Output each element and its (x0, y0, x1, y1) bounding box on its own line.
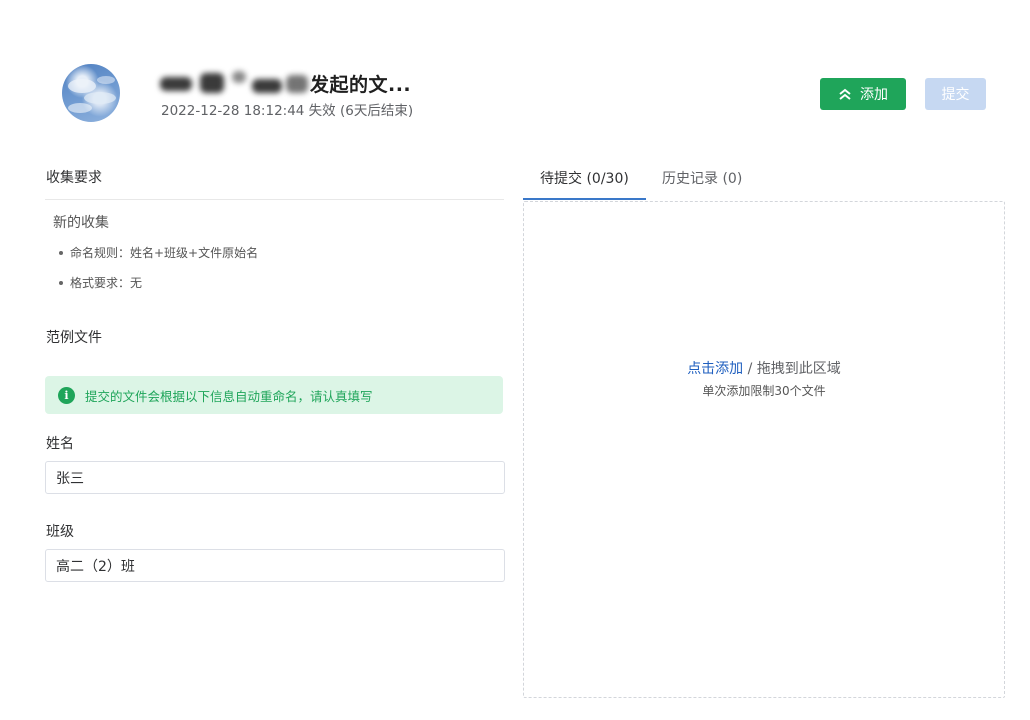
requirements-head: 新的收集 (53, 215, 109, 231)
blurred-username (152, 69, 310, 97)
rule-text: 命名规则：姓名+班级+文件原始名 (70, 246, 259, 260)
name-field[interactable] (45, 461, 505, 494)
rename-notice-text: 提交的文件会根据以下信息自动重命名，请认真填写 (85, 388, 373, 404)
add-button-label: 添加 (860, 87, 888, 103)
double-chevron-up-icon (839, 88, 851, 100)
info-icon: i (58, 386, 75, 404)
example-files-title: 范例文件 (46, 330, 102, 346)
rule-item: 格式要求：无 (59, 274, 142, 291)
submit-button[interactable]: 提交 (925, 78, 986, 110)
rename-notice: i 提交的文件会根据以下信息自动重命名，请认真填写 (45, 376, 503, 414)
sky-avatar-image (68, 76, 116, 113)
title-text: 发起的文... (310, 73, 412, 96)
add-button[interactable]: 添加 (820, 78, 906, 110)
bullet-icon (59, 280, 63, 285)
dropzone-separator: / (743, 361, 757, 377)
tab-history[interactable]: 历史记录 (0) (662, 168, 742, 188)
expiry-info: 2022-12-28 18:12:44 失效 (6天后结束) (161, 103, 414, 119)
class-label: 班级 (46, 524, 74, 540)
bullet-icon (59, 250, 63, 255)
rule-text: 格式要求：无 (70, 276, 143, 290)
tab-pending[interactable]: 待提交 (0/30) (540, 168, 629, 188)
dropzone-drag-text: 拖拽到此区域 (756, 361, 841, 377)
file-tabs: 待提交 (0/30) 历史记录 (0) (523, 160, 1005, 200)
click-add-link[interactable]: 点击添加 (687, 361, 743, 377)
requirements-box: 新的收集 命名规则：姓名+班级+文件原始名 格式要求：无 (45, 199, 504, 299)
page-title: 发起的文... (152, 68, 411, 98)
upload-dropzone[interactable]: 点击添加 / 拖拽到此区域 单次添加限制30个文件 (523, 201, 1005, 698)
class-field[interactable] (45, 549, 505, 582)
active-tab-indicator (523, 198, 646, 200)
dropzone-prompt: 点击添加 / 拖拽到此区域 (524, 358, 1004, 378)
upload-page: 发起的文... 2022-12-28 18:12:44 失效 (6天后结束) 添… (0, 0, 1030, 720)
requirements-title: 收集要求 (46, 170, 102, 186)
avatar (62, 64, 120, 122)
rule-item: 命名规则：姓名+班级+文件原始名 (59, 244, 258, 261)
name-label: 姓名 (46, 436, 74, 452)
dropzone-limit-hint: 单次添加限制30个文件 (702, 384, 826, 398)
